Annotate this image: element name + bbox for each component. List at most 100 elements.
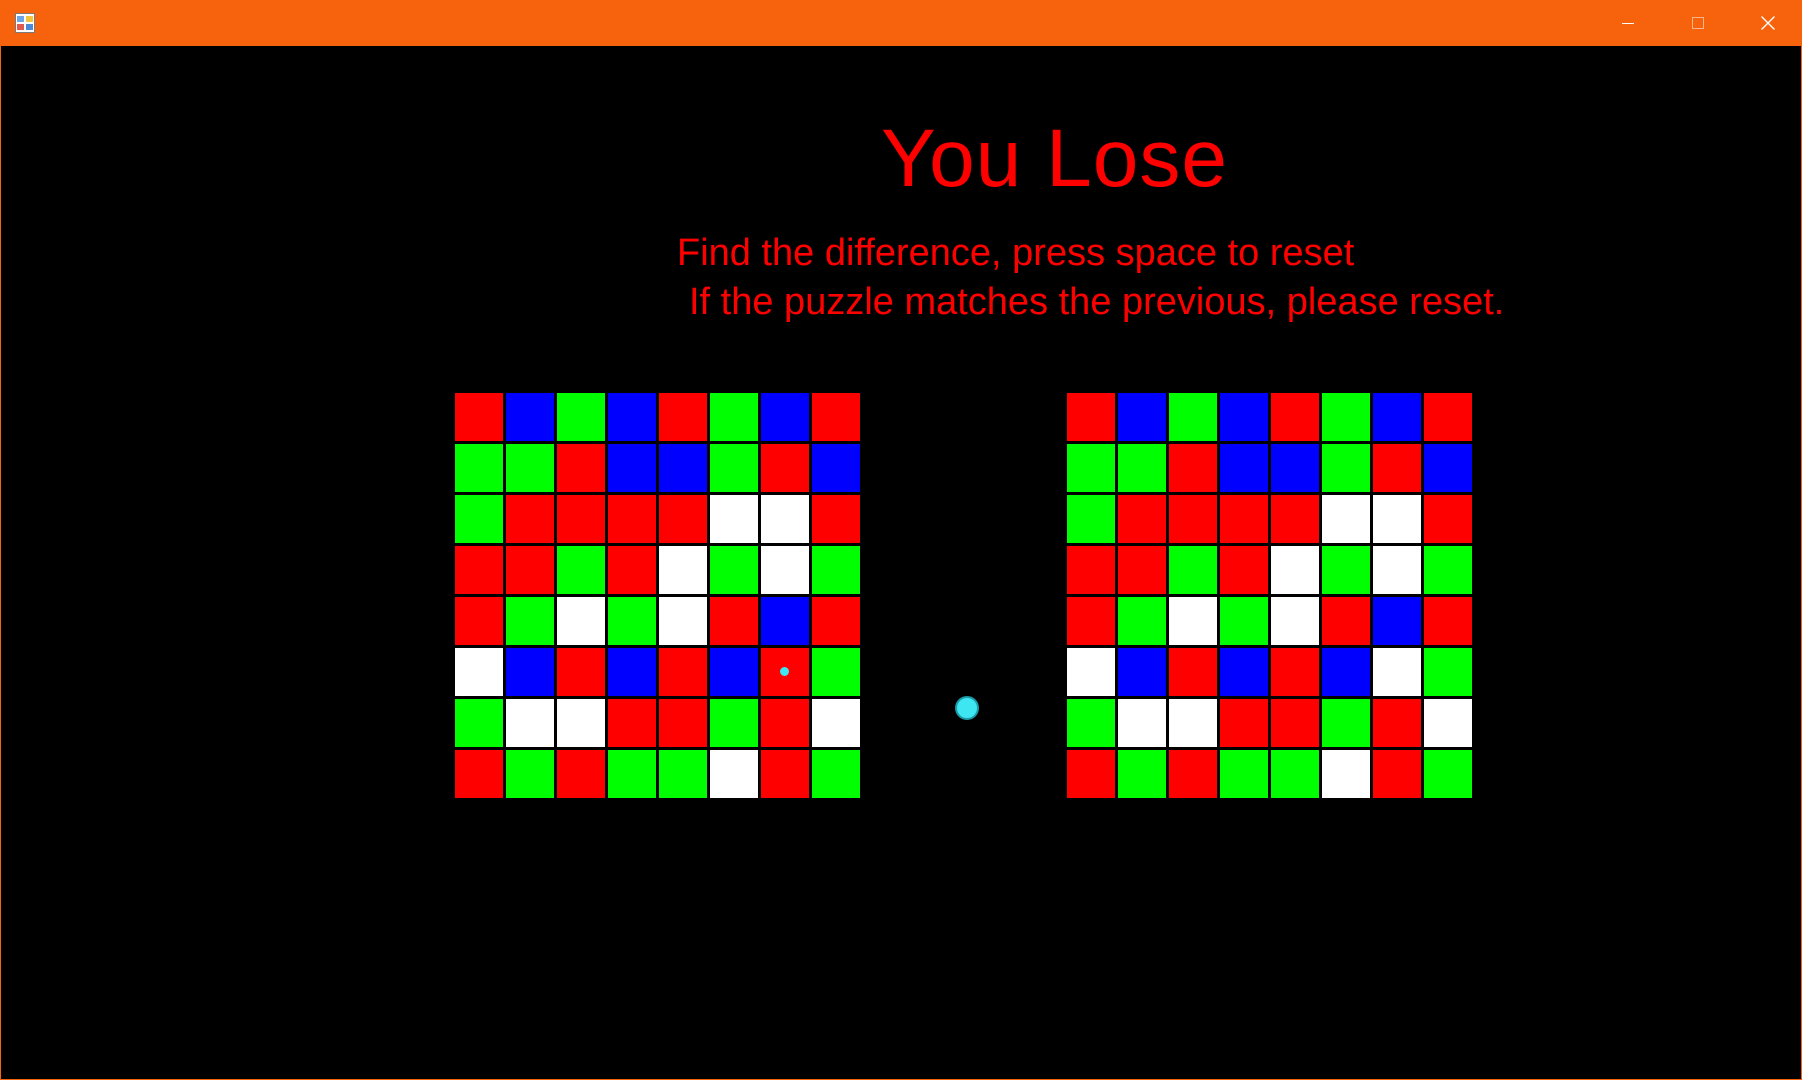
grid-cell[interactable] bbox=[506, 648, 554, 696]
grid-cell[interactable] bbox=[455, 648, 503, 696]
grid-cell[interactable] bbox=[557, 393, 605, 441]
grid-cell[interactable] bbox=[1169, 495, 1217, 543]
grid-cell[interactable] bbox=[455, 444, 503, 492]
grid-cell[interactable] bbox=[557, 597, 605, 645]
grid-cell[interactable] bbox=[1322, 393, 1370, 441]
grid-cell[interactable] bbox=[659, 648, 707, 696]
grid-cell[interactable] bbox=[1322, 444, 1370, 492]
grid-cell[interactable] bbox=[659, 699, 707, 747]
grid-cell[interactable] bbox=[1373, 597, 1421, 645]
grid-cell[interactable] bbox=[812, 699, 860, 747]
grid-cell[interactable] bbox=[1424, 495, 1472, 543]
grid-cell[interactable] bbox=[1169, 597, 1217, 645]
grid-cell[interactable] bbox=[1424, 597, 1472, 645]
grid-cell[interactable] bbox=[506, 495, 554, 543]
grid-cell[interactable] bbox=[1373, 495, 1421, 543]
grid-cell[interactable] bbox=[506, 546, 554, 594]
grid-cell[interactable] bbox=[1271, 495, 1319, 543]
grid-cell[interactable] bbox=[506, 597, 554, 645]
grid-cell[interactable] bbox=[812, 546, 860, 594]
grid-cell[interactable] bbox=[710, 495, 758, 543]
grid-cell[interactable] bbox=[812, 495, 860, 543]
grid-cell[interactable] bbox=[1373, 750, 1421, 798]
grid-cell[interactable] bbox=[710, 444, 758, 492]
grid-cell[interactable] bbox=[1220, 648, 1268, 696]
grid-cell[interactable] bbox=[1220, 546, 1268, 594]
grid-cell[interactable] bbox=[1424, 699, 1472, 747]
grid-cell[interactable] bbox=[812, 648, 860, 696]
grid-cell[interactable] bbox=[761, 546, 809, 594]
grid-cell[interactable] bbox=[608, 750, 656, 798]
grid-cell[interactable] bbox=[761, 393, 809, 441]
grid-cell[interactable] bbox=[1271, 648, 1319, 696]
grid-cell[interactable] bbox=[812, 750, 860, 798]
grid-cell[interactable] bbox=[1118, 444, 1166, 492]
grid-cell[interactable] bbox=[1220, 393, 1268, 441]
grid-cell[interactable] bbox=[1271, 597, 1319, 645]
minimize-button[interactable] bbox=[1593, 0, 1663, 46]
grid-cell[interactable] bbox=[1169, 750, 1217, 798]
grid-cell[interactable] bbox=[710, 699, 758, 747]
grid-cell[interactable] bbox=[1169, 546, 1217, 594]
grid-cell[interactable] bbox=[1169, 444, 1217, 492]
title-bar[interactable] bbox=[1, 0, 1801, 46]
grid-cell[interactable] bbox=[1373, 393, 1421, 441]
close-button[interactable] bbox=[1733, 0, 1801, 46]
grid-cell[interactable] bbox=[455, 495, 503, 543]
grid-cell[interactable] bbox=[1373, 546, 1421, 594]
grid-cell[interactable] bbox=[1118, 495, 1166, 543]
grid-cell[interactable] bbox=[710, 546, 758, 594]
grid-cell[interactable] bbox=[1220, 495, 1268, 543]
grid-cell[interactable] bbox=[608, 444, 656, 492]
grid-cell[interactable] bbox=[1271, 546, 1319, 594]
app-icon[interactable] bbox=[15, 13, 35, 33]
grid-cell[interactable] bbox=[1067, 444, 1115, 492]
grid-cell[interactable] bbox=[1118, 750, 1166, 798]
grid-cell[interactable] bbox=[506, 393, 554, 441]
grid-cell[interactable] bbox=[1118, 648, 1166, 696]
grid-cell[interactable] bbox=[1373, 699, 1421, 747]
grid-cell[interactable] bbox=[710, 597, 758, 645]
grid-cell[interactable] bbox=[557, 444, 605, 492]
grid-cell[interactable] bbox=[761, 648, 809, 696]
grid-cell[interactable] bbox=[1322, 648, 1370, 696]
grid-cell[interactable] bbox=[1424, 393, 1472, 441]
grid-cell[interactable] bbox=[608, 597, 656, 645]
grid-cell[interactable] bbox=[608, 648, 656, 696]
grid-cell[interactable] bbox=[1220, 750, 1268, 798]
grid-cell[interactable] bbox=[761, 444, 809, 492]
grid-cell[interactable] bbox=[1322, 699, 1370, 747]
grid-cell[interactable] bbox=[506, 444, 554, 492]
grid-cell[interactable] bbox=[1373, 648, 1421, 696]
grid-cell[interactable] bbox=[1118, 699, 1166, 747]
grid-cell[interactable] bbox=[1220, 444, 1268, 492]
grid-cell[interactable] bbox=[1220, 597, 1268, 645]
grid-cell[interactable] bbox=[1271, 699, 1319, 747]
grid-cell[interactable] bbox=[1322, 495, 1370, 543]
grid-cell[interactable] bbox=[812, 597, 860, 645]
grid-cell[interactable] bbox=[1067, 597, 1115, 645]
grid-cell[interactable] bbox=[557, 648, 605, 696]
grid-cell[interactable] bbox=[1424, 750, 1472, 798]
grid-cell[interactable] bbox=[761, 750, 809, 798]
grid-cell[interactable] bbox=[710, 393, 758, 441]
grid-cell[interactable] bbox=[1169, 393, 1217, 441]
grid-cell[interactable] bbox=[1169, 648, 1217, 696]
grid-cell[interactable] bbox=[659, 393, 707, 441]
grid-cell[interactable] bbox=[608, 495, 656, 543]
grid-cell[interactable] bbox=[1424, 648, 1472, 696]
grid-cell[interactable] bbox=[1118, 546, 1166, 594]
game-canvas[interactable]: You Lose Find the difference, press spac… bbox=[1, 46, 1801, 1079]
grid-cell[interactable] bbox=[455, 546, 503, 594]
grid-cell[interactable] bbox=[659, 444, 707, 492]
grid-cell[interactable] bbox=[557, 750, 605, 798]
grid-cell[interactable] bbox=[557, 699, 605, 747]
grid-cell[interactable] bbox=[1067, 393, 1115, 441]
grid-cell[interactable] bbox=[1322, 546, 1370, 594]
grid-cell[interactable] bbox=[1271, 393, 1319, 441]
grid-cell[interactable] bbox=[1067, 546, 1115, 594]
grid-cell[interactable] bbox=[761, 495, 809, 543]
grid-cell[interactable] bbox=[1322, 597, 1370, 645]
grid-cell[interactable] bbox=[1424, 444, 1472, 492]
grid-cell[interactable] bbox=[659, 750, 707, 798]
